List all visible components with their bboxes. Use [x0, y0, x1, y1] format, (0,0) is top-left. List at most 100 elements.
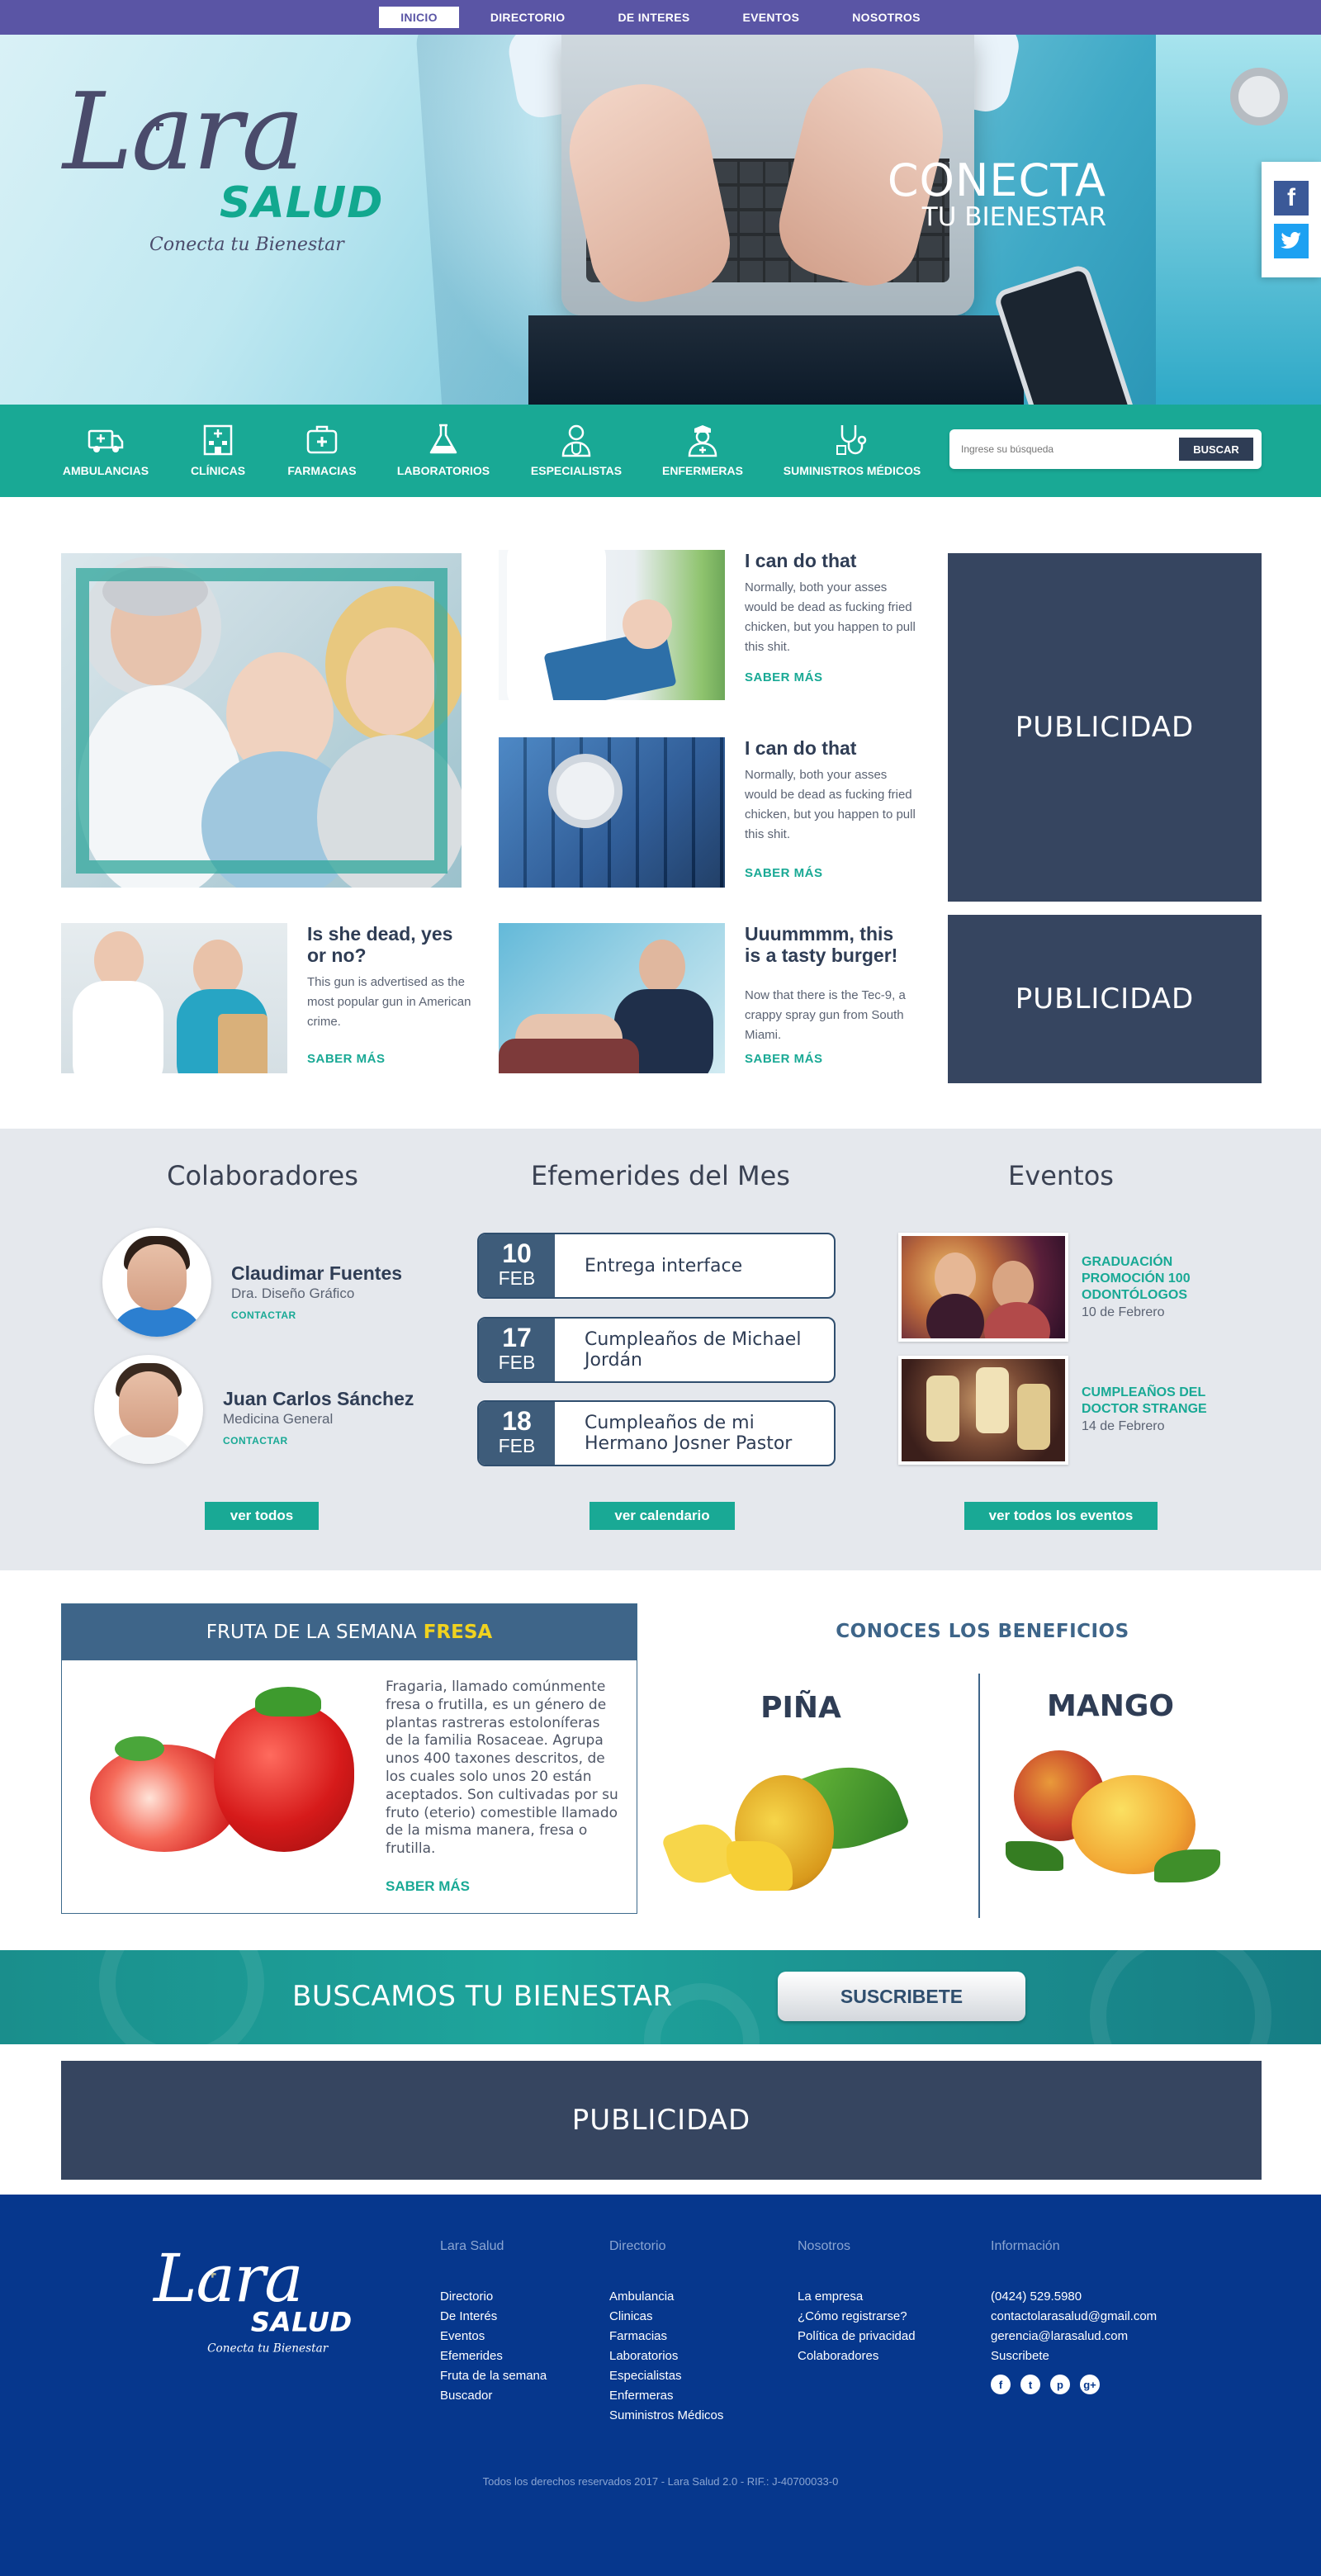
pineapple-image[interactable]	[660, 1742, 949, 1892]
category-especialistas[interactable]: ESPECIALISTAS	[528, 421, 624, 487]
article-photo-1[interactable]	[499, 550, 725, 700]
google-plus-icon[interactable]: g+	[1080, 2375, 1100, 2394]
fruit-name-pina[interactable]: PIÑA	[727, 1691, 875, 1725]
article-link-4[interactable]: SABER MÁS	[745, 1052, 823, 1066]
pinterest-icon[interactable]: p	[1050, 2375, 1070, 2394]
footer-link[interactable]: Fruta de la semana	[440, 2366, 547, 2386]
footer-link[interactable]: Suministros Médicos	[609, 2406, 723, 2426]
ad-banner-2[interactable]: PUBLICIDAD	[948, 915, 1262, 1083]
mango-image[interactable]	[1006, 1742, 1220, 1891]
article-link-2[interactable]: SABER MÁS	[745, 866, 823, 880]
efemeride-item-3[interactable]: 18 FEB Cumpleaños de mi Hermano Josner P…	[477, 1400, 836, 1466]
event-title-1[interactable]: GRADUACIÓN PROMOCIÓN 100 ODONTÓLOGOS	[1082, 1254, 1238, 1304]
category-ambulancias[interactable]: AMBULANCIAS	[59, 421, 152, 487]
article-title-3[interactable]: Is she dead, yes or no?	[307, 923, 472, 966]
twitter-icon[interactable]: t	[1020, 2375, 1040, 2394]
footer-link-suscribete[interactable]: Suscribete	[991, 2346, 1157, 2366]
nav-inicio[interactable]: INICIO	[379, 7, 459, 28]
footer-email-contacto[interactable]: contactolarasalud@gmail.com	[991, 2307, 1157, 2327]
category-enfermeras[interactable]: ENFERMERAS	[660, 421, 745, 487]
footer-link[interactable]: Farmacias	[609, 2327, 723, 2346]
article-link-3[interactable]: SABER MÁS	[307, 1052, 386, 1066]
search-button[interactable]: BUSCAR	[1179, 438, 1253, 461]
footer-link[interactable]: Colaboradores	[798, 2346, 916, 2366]
ver-todos-eventos-button[interactable]: ver todos los eventos	[964, 1502, 1158, 1530]
footer-link[interactable]: Eventos	[440, 2327, 547, 2346]
footer-link[interactable]: Clinicas	[609, 2307, 723, 2327]
event-photo-1[interactable]	[898, 1233, 1068, 1342]
footer-link[interactable]: ¿Cómo registrarse?	[798, 2307, 916, 2327]
efemeride-item-1[interactable]: 10 FEB Entrega interface	[477, 1233, 836, 1299]
event-title-2[interactable]: CUMPLEAÑOS DEL DOCTOR STRANGE	[1082, 1385, 1238, 1418]
footer-link[interactable]: Enfermeras	[609, 2386, 723, 2406]
fruta-semana-name: FRESA	[423, 1622, 493, 1643]
collaborator-role-1: Dra. Diseño Gráfico	[231, 1286, 355, 1301]
subscribe-button[interactable]: SUSCRIBETE	[778, 1972, 1025, 2021]
article-photo-4[interactable]	[499, 923, 725, 1073]
footer-link[interactable]: De Interés	[440, 2307, 547, 2327]
article-title-1[interactable]: I can do that	[745, 550, 918, 571]
category-label: LABORATORIOS	[396, 464, 490, 477]
category-clinicas[interactable]: CLÍNICAS	[183, 421, 253, 487]
ad-banner-wide[interactable]: PUBLICIDAD	[61, 2061, 1262, 2180]
stethoscope-icon	[836, 425, 867, 455]
hero-headline-big: CONECTA	[887, 154, 1106, 206]
event-date-1: 10 de Febrero	[1082, 1305, 1165, 1319]
category-label: CLÍNICAS	[190, 464, 246, 477]
featured-photo[interactable]	[61, 553, 462, 888]
collaborator-contact-2[interactable]: CONTACTAR	[223, 1435, 288, 1447]
nav-de-interes[interactable]: DE INTERES	[596, 7, 711, 28]
facebook-icon[interactable]: f	[1274, 181, 1309, 215]
article-title-4[interactable]: Uuummmm, this is a tasty burger!	[745, 923, 910, 966]
article-photo-2[interactable]	[499, 737, 725, 888]
footer-phone[interactable]: (0424) 529.5980	[991, 2287, 1157, 2307]
nav-directorio[interactable]: DIRECTORIO	[469, 7, 587, 28]
footer-email-gerencia[interactable]: gerencia@larasalud.com	[991, 2327, 1157, 2346]
category-label: SUMINISTROS MÉDICOS	[783, 464, 921, 477]
footer-link[interactable]: La empresa	[798, 2287, 916, 2307]
article-photo-3[interactable]	[61, 923, 287, 1073]
clinic-icon	[203, 424, 233, 456]
collaborator-name-1[interactable]: Claudimar Fuentes	[231, 1262, 402, 1285]
avatar-claudimar[interactable]	[102, 1228, 211, 1337]
efemeride-date: 18 FEB	[479, 1402, 555, 1465]
footer-logo[interactable]: Lara SALUD Conecta tu Bienestar	[154, 2241, 374, 2364]
article-title-2[interactable]: I can do that	[745, 737, 918, 759]
collaborator-contact-1[interactable]: CONTACTAR	[231, 1309, 296, 1321]
avatar-juan-carlos[interactable]	[94, 1355, 203, 1464]
fruta-semana-link[interactable]: SABER MÁS	[386, 1878, 470, 1895]
hero-laptop-base	[528, 315, 1024, 405]
category-farmacias[interactable]: FARMACIAS	[282, 421, 362, 487]
nav-nosotros[interactable]: NOSOTROS	[831, 7, 942, 28]
collaborator-name-2[interactable]: Juan Carlos Sánchez	[223, 1388, 414, 1410]
footer-link[interactable]: Especialistas	[609, 2366, 723, 2386]
facebook-icon[interactable]: f	[991, 2375, 1011, 2394]
efemeride-item-2[interactable]: 17 FEB Cumpleaños de Michael Jordán	[477, 1317, 836, 1383]
footer-link[interactable]: Buscador	[440, 2386, 547, 2406]
twitter-icon[interactable]	[1274, 224, 1309, 258]
search-input[interactable]	[961, 443, 1179, 455]
ambulance-icon	[88, 429, 124, 452]
article-link-1[interactable]: SABER MÁS	[745, 670, 823, 684]
event-photo-2[interactable]	[898, 1356, 1068, 1465]
hero-banner: Lara SALUD Conecta tu Bienestar CONECTA …	[0, 35, 1321, 405]
hero-headline: CONECTA TU BIENESTAR	[826, 154, 1106, 232]
footer-link[interactable]: Efemerides	[440, 2346, 547, 2366]
nav-eventos[interactable]: EVENTOS	[721, 7, 821, 28]
footer-link[interactable]: Ambulancia	[609, 2287, 723, 2307]
footer-link[interactable]: Política de privacidad	[798, 2327, 916, 2346]
footer-link[interactable]: Directorio	[440, 2287, 547, 2307]
footer-link[interactable]: Laboratorios	[609, 2346, 723, 2366]
ver-todos-button[interactable]: ver todos	[205, 1502, 319, 1530]
copyright-text: Todos los derechos reservados 2017 - Lar…	[482, 2475, 839, 2488]
site-logo[interactable]: Lara SALUD Conecta tu Bienestar	[63, 71, 418, 269]
category-suministros[interactable]: SUMINISTROS MÉDICOS	[779, 421, 925, 487]
footer-heading: Directorio	[609, 2239, 666, 2253]
category-laboratorios[interactable]: LABORATORIOS	[395, 421, 492, 487]
ver-calendario-button[interactable]: ver calendario	[589, 1502, 735, 1530]
info-section: Colaboradores Claudimar Fuentes Dra. Dis…	[0, 1129, 1321, 1570]
ad-banner-1[interactable]: PUBLICIDAD	[948, 553, 1262, 902]
footer-column-nosotros: Nosotros La empresa ¿Cómo registrarse? P…	[798, 2239, 916, 2366]
fruit-name-mango[interactable]: MANGO	[1032, 1689, 1189, 1723]
efemeride-month: FEB	[498, 1267, 536, 1289]
